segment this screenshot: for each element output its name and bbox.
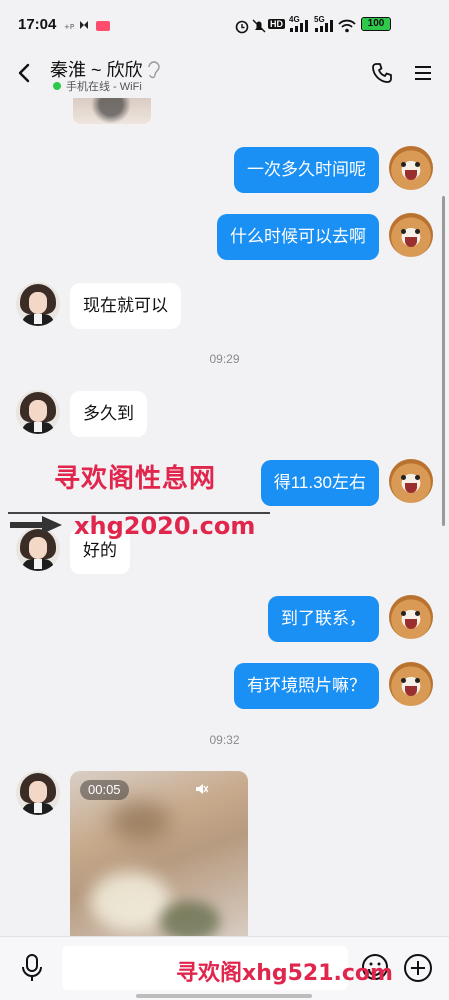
status-time: 17:04: [18, 16, 57, 33]
mic-icon[interactable]: [20, 953, 44, 983]
watermark-url: xhg2020.com: [74, 512, 256, 540]
mute-icon: [196, 784, 208, 794]
message-bubble-incoming[interactable]: 现在就可以: [70, 283, 181, 329]
notification-icons: +P: [64, 21, 110, 31]
timestamp: 09:32: [209, 733, 240, 747]
alarm-icon: [235, 20, 249, 34]
message-bubble-outgoing[interactable]: 有环境照片嘛？: [234, 663, 379, 709]
my-avatar[interactable]: [389, 595, 433, 639]
back-icon[interactable]: [14, 62, 36, 84]
plus-icon[interactable]: [403, 953, 433, 983]
ear-icon: [148, 61, 160, 79]
status-bar: 17:04 +P HD 4G 5G 100: [0, 0, 449, 50]
svg-text:+P: +P: [64, 23, 74, 31]
video-message[interactable]: 00:05: [70, 771, 248, 936]
contact-avatar[interactable]: [16, 771, 60, 815]
contact-avatar[interactable]: [16, 390, 60, 434]
chat-header: 秦淮 ~ 欣欣 手机在线 - WiFi: [0, 50, 449, 98]
scrollbar[interactable]: [442, 196, 445, 526]
timestamp: 09:29: [209, 352, 240, 366]
signal-icon: [290, 20, 308, 32]
battery-icon: 100: [361, 17, 391, 31]
home-indicator[interactable]: [136, 994, 312, 998]
message-bubble-incoming[interactable]: 多久到: [70, 391, 147, 437]
signal-icon-2: [315, 20, 333, 32]
online-dot: [53, 82, 61, 90]
message-bubble-outgoing[interactable]: 什么时候可以去啊: [217, 214, 379, 260]
my-avatar[interactable]: [389, 662, 433, 706]
message-bubble-outgoing[interactable]: 得11.30左右: [260, 460, 379, 506]
watermark-title: 寻欢阁性息网: [54, 464, 217, 494]
mute-bell-icon: [252, 19, 266, 33]
video-duration: 00:05: [80, 780, 129, 800]
phone-icon[interactable]: [371, 62, 393, 84]
arrow-icon: [10, 516, 62, 534]
contact-avatar[interactable]: [16, 282, 60, 326]
watermark-bottom: 寻欢阁xhg521.com: [176, 961, 393, 986]
online-status: 手机在线 - WiFi: [66, 81, 142, 93]
hd-badge: HD: [268, 19, 285, 29]
message-bubble-outgoing[interactable]: 一次多久时间呢: [234, 147, 379, 193]
message-bubble-outgoing[interactable]: 到了联系，: [268, 596, 379, 642]
previous-image-message[interactable]: [73, 96, 151, 124]
menu-icon[interactable]: [413, 64, 433, 82]
my-avatar[interactable]: [389, 459, 433, 503]
my-avatar[interactable]: [389, 213, 433, 257]
my-avatar[interactable]: [389, 146, 433, 190]
wifi-icon: [338, 19, 356, 33]
